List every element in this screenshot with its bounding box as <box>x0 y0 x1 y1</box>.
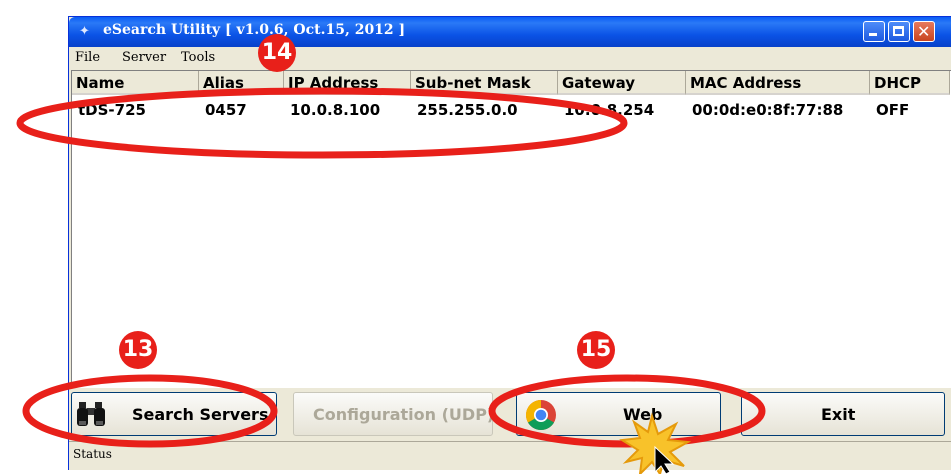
cell-ip-address: 10.0.8.100 <box>290 101 381 119</box>
table-row[interactable]: tDS-725 0457 10.0.8.100 255.255.0.0 10.0… <box>72 97 951 123</box>
step-badge-15: 15 <box>577 331 615 369</box>
column-header-alias[interactable]: Alias <box>199 71 284 95</box>
chrome-icon <box>525 400 556 431</box>
minimize-button[interactable] <box>863 21 885 42</box>
window-title: eSearch Utility [ v1.0.6, Oct.15, 2012 ] <box>103 22 406 38</box>
cell-alias: 0457 <box>205 101 247 119</box>
menu-file[interactable]: File <box>75 50 100 65</box>
cell-name: tDS-725 <box>78 101 146 119</box>
status-text: Status <box>73 447 112 461</box>
button-bar: Search Servers Configuration (UDP) Web E… <box>71 389 951 439</box>
column-header-dhcp[interactable]: DHCP <box>870 71 950 95</box>
web-button-label: Web <box>623 405 663 424</box>
maximize-button[interactable] <box>888 21 910 42</box>
search-servers-button[interactable]: Search Servers <box>71 392 277 436</box>
column-header-name[interactable]: Name <box>72 71 199 95</box>
cell-dhcp: OFF <box>876 101 910 119</box>
status-bar: Status <box>69 441 951 470</box>
menu-server[interactable]: Server <box>122 50 166 65</box>
close-icon: ✕ <box>917 22 931 41</box>
menu-bar: File Server Tools <box>69 47 951 69</box>
step-badge-14: 14 <box>258 34 296 72</box>
column-header-ip-address[interactable]: IP Address <box>284 71 411 95</box>
column-header-gateway[interactable]: Gateway <box>558 71 686 95</box>
exit-button-label: Exit <box>821 405 856 424</box>
server-list[interactable]: Name Alias IP Address Sub-net Mask Gatew… <box>71 70 951 388</box>
column-header-mac-address[interactable]: MAC Address <box>686 71 870 95</box>
minimize-icon <box>869 33 877 36</box>
app-icon: ✦ <box>79 24 90 39</box>
web-button[interactable]: Web <box>516 392 721 436</box>
maximize-icon <box>893 26 904 36</box>
cell-mac-address: 00:0d:e0:8f:77:88 <box>692 101 844 119</box>
title-bar[interactable]: ✦ eSearch Utility [ v1.0.6, Oct.15, 2012… <box>69 17 951 47</box>
configuration-udp-button[interactable]: Configuration (UDP) <box>293 392 495 436</box>
search-servers-label: Search Servers <box>132 405 269 424</box>
close-button[interactable]: ✕ <box>913 21 935 42</box>
binoculars-icon <box>77 402 105 426</box>
configuration-udp-label: Configuration (UDP) <box>313 405 495 424</box>
cell-subnet-mask: 255.255.0.0 <box>417 101 518 119</box>
cell-gateway: 10.0.8.254 <box>564 101 655 119</box>
esearch-window: ✦ eSearch Utility [ v1.0.6, Oct.15, 2012… <box>68 16 951 470</box>
exit-button[interactable]: Exit <box>741 392 945 436</box>
step-badge-13: 13 <box>119 331 157 369</box>
column-header-subnet-mask[interactable]: Sub-net Mask <box>411 71 558 95</box>
menu-tools[interactable]: Tools <box>181 50 215 65</box>
